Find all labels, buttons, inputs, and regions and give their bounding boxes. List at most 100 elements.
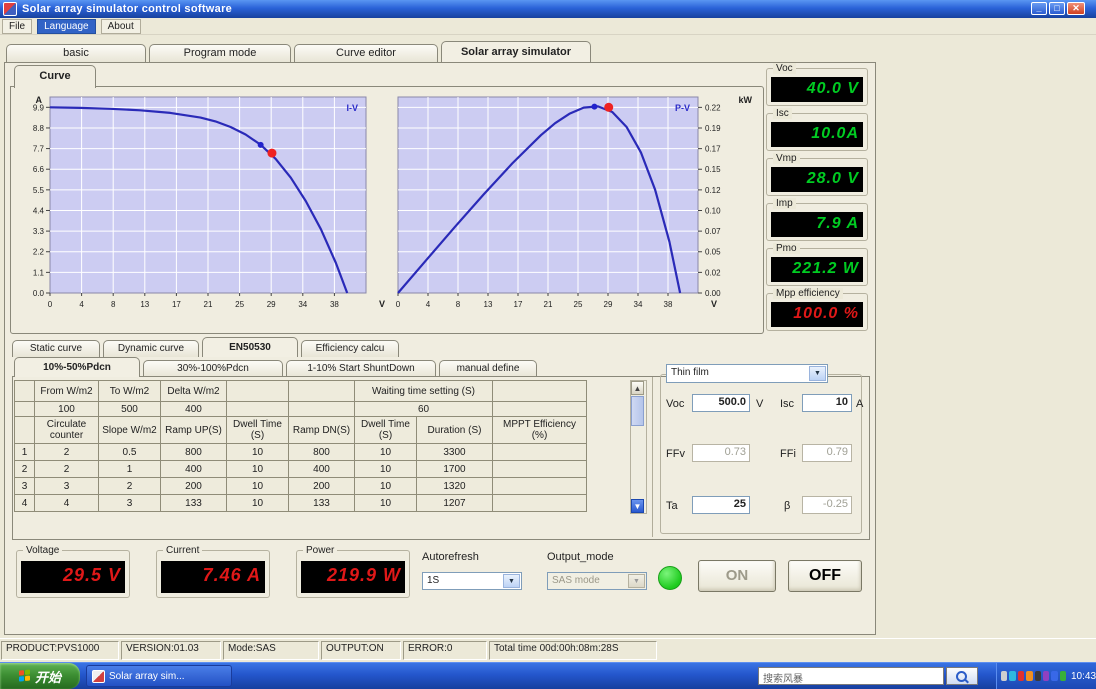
table-cell[interactable]: 10 (354, 443, 417, 461)
off-button[interactable]: OFF (788, 560, 862, 592)
table-cell-empty[interactable] (492, 443, 587, 461)
menu-language[interactable]: Language (37, 18, 96, 34)
table-cell-empty[interactable] (492, 460, 587, 478)
table-cell-empty[interactable] (492, 494, 587, 512)
svg-text:7.7: 7.7 (33, 145, 45, 154)
scroll-down-icon[interactable]: ▼ (631, 499, 644, 513)
messenger-icon[interactable] (1042, 671, 1050, 681)
tab-basic[interactable]: basic (6, 44, 146, 62)
table-cell[interactable]: 10 (226, 443, 289, 461)
tab-en50530[interactable]: EN50530 (202, 337, 298, 357)
shield-blue-icon[interactable] (1051, 671, 1058, 681)
table-cell[interactable]: 1320 (416, 477, 493, 495)
tab-efficiency-calcu[interactable]: Efficiency calcu (301, 340, 399, 357)
output-mode-value: SAS mode (552, 575, 600, 586)
table-cell[interactable]: 3 (98, 494, 161, 512)
ta-param-input[interactable]: 25 (692, 496, 750, 514)
profile-dropdown[interactable]: Thin film ▼ (666, 364, 828, 383)
table-cell[interactable]: 1207 (416, 494, 493, 512)
table-cell[interactable]: 10 (226, 460, 289, 478)
measure-label: Vmp (773, 153, 800, 164)
subtab-30-100-pdcn[interactable]: 30%-100%Pdcn (143, 360, 283, 377)
table-cell[interactable]: 800 (288, 443, 355, 461)
subtab-10-50-pdcn[interactable]: 10%-50%Pdcn (14, 357, 140, 377)
voc-param-input[interactable]: 500.0 (692, 394, 750, 412)
measure-value-display: 28.0 V (771, 167, 863, 192)
windows-logo-icon (18, 669, 31, 682)
measure-vmp: Vmp 28.0 V (766, 153, 868, 196)
table-cell[interactable]: 10 (354, 477, 417, 495)
table-scrollbar[interactable]: ▲ ▼ (630, 380, 647, 514)
tab-dynamic-curve[interactable]: Dynamic curve (103, 340, 199, 357)
tab-static-curve[interactable]: Static curve (12, 340, 100, 357)
table-cell[interactable]: 133 (160, 494, 227, 512)
maximize-button[interactable]: □ (1049, 2, 1065, 15)
table-cell[interactable]: 800 (160, 443, 227, 461)
shield-green-icon[interactable] (1059, 671, 1066, 681)
table-cell[interactable]: 10 (226, 494, 289, 512)
table-cell: Delta W/m2 (160, 380, 227, 402)
table-cell[interactable]: 200 (288, 477, 355, 495)
table-cell[interactable]: 400 (160, 401, 227, 417)
chevron-down-icon[interactable]: ▼ (809, 366, 826, 381)
audio-icon[interactable] (1009, 671, 1016, 681)
table-cell[interactable]: 3 (34, 477, 99, 495)
isc-param-input[interactable]: 10 (802, 394, 852, 412)
table-cell[interactable]: 4 (34, 494, 99, 512)
close-button[interactable]: ✕ (1067, 2, 1085, 15)
table-row: 1 2 0.5 800 10 800 10 3300 (14, 443, 587, 461)
tab-solar-array-simulator[interactable]: Solar array simulator (441, 41, 591, 62)
table-cell-empty[interactable] (492, 477, 587, 495)
table-range-value-row: 100 500 400 60 (14, 401, 587, 417)
minimize-button[interactable]: _ (1031, 2, 1047, 15)
autorefresh-label: Autorefresh (422, 551, 479, 563)
table-cell[interactable]: 10 (354, 460, 417, 478)
subtab-manual-define[interactable]: manual define (439, 360, 537, 377)
tab-curve-editor[interactable]: Curve editor (294, 44, 438, 62)
measure-label: Voc (773, 63, 796, 74)
table-cell[interactable]: 3300 (416, 443, 493, 461)
table-cell[interactable]: 2 (98, 477, 161, 495)
table-cell[interactable]: 10 (226, 477, 289, 495)
table-cell[interactable]: 2 (34, 443, 99, 461)
table-cell[interactable]: 2 (34, 460, 99, 478)
svg-text:25: 25 (235, 300, 244, 309)
tab-curve[interactable]: Curve (14, 65, 96, 88)
table-cell[interactable]: 400 (160, 460, 227, 478)
ime-icon[interactable] (1034, 671, 1041, 681)
antivirus-icon[interactable] (1017, 671, 1025, 681)
menu-bar: File Language About (0, 18, 1096, 35)
svg-text:4: 4 (79, 300, 84, 309)
chevron-down-icon[interactable]: ▼ (503, 574, 520, 588)
menu-file[interactable]: File (2, 18, 33, 34)
table-cell[interactable]: 1 (98, 460, 161, 478)
table-cell[interactable]: 1700 (416, 460, 493, 478)
app-icon (92, 669, 105, 683)
voc-param-label: Voc (666, 398, 685, 410)
on-button[interactable]: ON (698, 560, 776, 592)
start-button[interactable]: 开始 (0, 663, 80, 689)
subtab-1-10-start-shuntdown[interactable]: 1-10% Start ShuntDown (286, 360, 436, 377)
table-cell[interactable]: 200 (160, 477, 227, 495)
search-input[interactable]: 搜索风暴 (758, 667, 944, 685)
menu-about[interactable]: About (100, 18, 141, 34)
table-cell[interactable]: 400 (288, 460, 355, 478)
table-cell[interactable]: 0.5 (98, 443, 161, 461)
isc-unit-label: A (856, 398, 864, 410)
taskbar-item-solar-app[interactable]: Solar array sim... (86, 665, 232, 687)
table-cell[interactable]: 100 (34, 401, 99, 417)
network-icon[interactable] (1001, 671, 1008, 681)
tab-program-mode[interactable]: Program mode (149, 44, 291, 62)
search-button[interactable] (946, 667, 978, 685)
table-cell[interactable]: 60 (354, 401, 493, 417)
table-cell-empty (288, 380, 355, 402)
table-cell: Dwell Time (S) (226, 416, 289, 444)
alert-icon[interactable] (1026, 671, 1033, 681)
scroll-up-icon[interactable]: ▲ (631, 381, 644, 395)
table-cell[interactable]: 10 (354, 494, 417, 512)
table-cell[interactable]: 133 (288, 494, 355, 512)
table-cell-empty (492, 401, 587, 417)
table-cell[interactable]: 500 (98, 401, 161, 417)
autorefresh-dropdown[interactable]: 1S ▼ (422, 572, 522, 590)
scroll-thumb[interactable] (631, 396, 644, 426)
